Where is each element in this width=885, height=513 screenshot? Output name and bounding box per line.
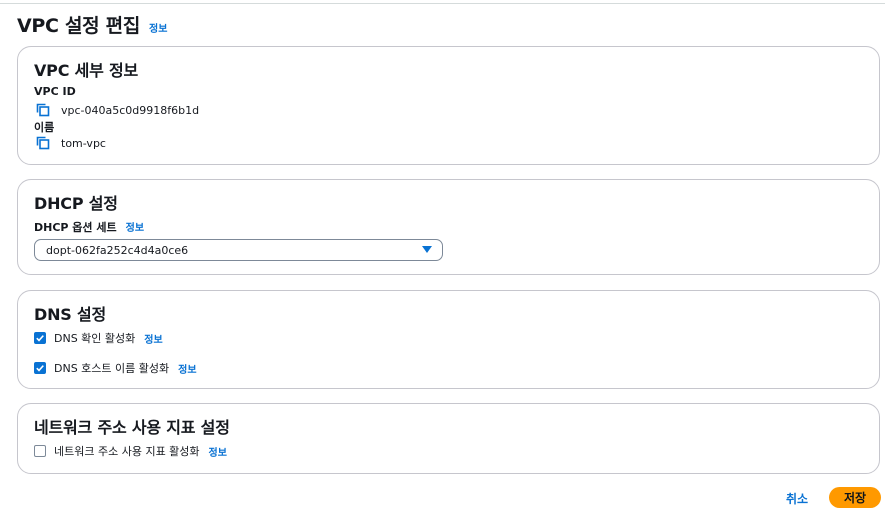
- dns-resolution-label[interactable]: DNS 확인 활성화: [54, 330, 135, 346]
- checkmark-icon: [36, 335, 44, 342]
- name-label: 이름: [34, 121, 55, 134]
- dhcp-option-set-label-row: DHCP 옵션 세트 정보: [34, 219, 144, 235]
- page-header: VPC 설정 편집 정보: [17, 11, 167, 38]
- copy-icon[interactable]: [36, 103, 50, 117]
- name-row: tom-vpc: [34, 136, 106, 150]
- vpc-id-row: vpc-040a5c0d9918f6b1d: [34, 103, 199, 117]
- dns-settings-panel: DNS 설정 DNS 확인 활성화 정보 DNS 호스트 이름 활성화 정보: [17, 290, 880, 389]
- top-divider: [0, 3, 885, 4]
- copy-icon[interactable]: [36, 136, 50, 150]
- vpc-details-panel: VPC 세부 정보 VPC ID vpc-040a5c0d9918f6b1d 이…: [17, 46, 880, 165]
- dns-hostnames-info-link[interactable]: 정보: [178, 361, 196, 376]
- dhcp-settings-panel: DHCP 설정 DHCP 옵션 세트 정보 dopt-062fa252c4d4a…: [17, 179, 880, 275]
- save-button-label: 저장: [843, 491, 867, 505]
- network-metrics-checkbox[interactable]: [34, 445, 46, 457]
- page-info-link[interactable]: 정보: [149, 20, 167, 35]
- network-metrics-label[interactable]: 네트워크 주소 사용 지표 활성화: [54, 443, 200, 459]
- dns-resolution-row: DNS 확인 활성화 정보: [34, 330, 163, 346]
- dns-hostnames-row: DNS 호스트 이름 활성화 정보: [34, 360, 197, 376]
- checkmark-icon: [36, 365, 44, 372]
- network-metrics-title: 네트워크 주소 사용 지표 설정: [34, 418, 230, 437]
- page-title: VPC 설정 편집: [17, 15, 141, 37]
- dhcp-option-set-select[interactable]: dopt-062fa252c4d4a0ce6: [34, 239, 443, 261]
- caret-down-icon: [422, 246, 432, 253]
- dhcp-info-link[interactable]: 정보: [126, 219, 144, 234]
- dhcp-option-set-value: dopt-062fa252c4d4a0ce6: [46, 243, 189, 257]
- save-button[interactable]: 저장: [829, 487, 881, 508]
- dhcp-option-set-label: DHCP 옵션 세트: [34, 221, 117, 234]
- dhcp-settings-title: DHCP 설정: [34, 194, 118, 213]
- dns-hostnames-label[interactable]: DNS 호스트 이름 활성화: [54, 360, 169, 376]
- dns-resolution-checkbox[interactable]: [34, 332, 46, 344]
- dns-resolution-info-link[interactable]: 정보: [144, 331, 162, 346]
- dns-hostnames-checkbox[interactable]: [34, 362, 46, 374]
- dns-settings-title: DNS 설정: [34, 305, 107, 324]
- vpc-id-value: vpc-040a5c0d9918f6b1d: [61, 103, 200, 117]
- vpc-details-title: VPC 세부 정보: [34, 61, 139, 80]
- vpc-id-label: VPC ID: [34, 85, 76, 98]
- network-metrics-panel: 네트워크 주소 사용 지표 설정 네트워크 주소 사용 지표 활성화 정보: [17, 403, 880, 474]
- name-value: tom-vpc: [61, 136, 106, 150]
- cancel-button[interactable]: 취소: [786, 490, 808, 507]
- network-metrics-info-link[interactable]: 정보: [209, 444, 227, 459]
- network-metrics-row: 네트워크 주소 사용 지표 활성화 정보: [34, 443, 227, 459]
